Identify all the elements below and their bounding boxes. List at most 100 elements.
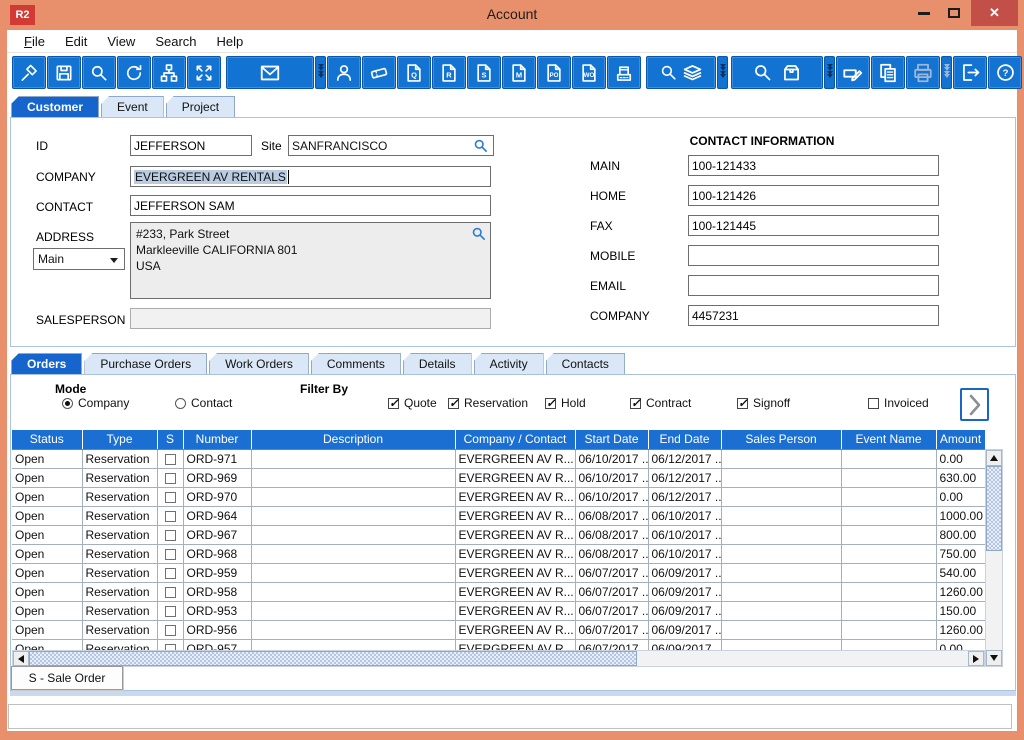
sale-doc-button[interactable]: S	[467, 56, 501, 89]
main-phone-input[interactable]	[688, 155, 939, 176]
col-description[interactable]: Description	[251, 430, 456, 450]
rename-button[interactable]	[836, 56, 870, 89]
table-row[interactable]: Open Reservation ORD-956 EVERGREEN AV R... 0…	[12, 620, 986, 640]
col-sales-person[interactable]: Sales Person	[721, 430, 842, 450]
table-row[interactable]: Open Reservation ORD-968 EVERGREEN AV R... 0…	[12, 544, 986, 564]
row-checkbox[interactable]	[164, 454, 176, 466]
email-input[interactable]	[688, 275, 939, 296]
row-checkbox[interactable]	[164, 568, 176, 580]
col-s[interactable]: S	[157, 430, 184, 450]
row-checkbox[interactable]	[164, 511, 176, 523]
hierarchy-button[interactable]	[152, 56, 186, 89]
mode-radio-company[interactable]: Company	[62, 396, 129, 410]
menu-search[interactable]: Search	[146, 32, 207, 51]
mail-more-chevron[interactable]	[315, 56, 326, 89]
table-row[interactable]: Open Reservation ORD-970 EVERGREEN AV R... 0…	[12, 487, 986, 507]
address-box[interactable]: #233, Park Street Markleeville CALIFORNI…	[130, 222, 491, 299]
filter-checkbox-reservation[interactable]: Reservation	[448, 396, 528, 410]
address-type-dropdown[interactable]: Main	[33, 248, 125, 270]
table-row[interactable]: Open Reservation ORD-971 EVERGREEN AV R... 0…	[12, 449, 986, 469]
col-event-name[interactable]: Event Name	[841, 430, 937, 450]
search-stock-button[interactable]	[646, 56, 716, 89]
mode-radio-contact[interactable]: Contact	[175, 396, 232, 410]
work-order-doc-button[interactable]: WO	[572, 56, 606, 89]
ticket-button[interactable]	[362, 56, 396, 89]
scroll-right-button[interactable]	[968, 651, 984, 666]
company-input[interactable]: EVERGREEN AV RENTALS	[130, 166, 491, 187]
stock-more-chevron[interactable]	[717, 56, 728, 89]
col-amount[interactable]: Amount	[936, 430, 986, 450]
tab-project[interactable]: Project	[165, 96, 236, 118]
tab-activity[interactable]: Activity	[473, 353, 544, 375]
quote-doc-button[interactable]: Q	[397, 56, 431, 89]
id-input[interactable]	[130, 135, 252, 156]
col-company-contact[interactable]: Company / Contact	[455, 430, 576, 450]
row-checkbox[interactable]	[164, 606, 176, 618]
contact-input[interactable]	[130, 195, 491, 216]
scroll-down-button[interactable]	[986, 650, 1002, 666]
tab-work-orders[interactable]: Work Orders	[209, 353, 309, 375]
vertical-scroll-thumb[interactable]	[986, 466, 1002, 551]
col-type[interactable]: Type	[82, 430, 158, 450]
scroll-left-button[interactable]	[13, 651, 29, 666]
site-input[interactable]: SANFRANCISCO	[288, 135, 494, 156]
col-end-date[interactable]: End Date	[648, 430, 722, 450]
register-button[interactable]	[607, 56, 641, 89]
row-checkbox[interactable]	[164, 473, 176, 485]
filter-checkbox-quote[interactable]: Quote	[388, 396, 437, 410]
hammer-button[interactable]	[12, 56, 46, 89]
table-row[interactable]: Open Reservation ORD-959 EVERGREEN AV R... 0…	[12, 563, 986, 583]
minimize-button[interactable]	[910, 0, 938, 26]
col-start-date[interactable]: Start Date	[575, 430, 649, 450]
table-row[interactable]: Open Reservation ORD-967 EVERGREEN AV R... 0…	[12, 525, 986, 545]
expand-button[interactable]	[187, 56, 221, 89]
maintenance-doc-button[interactable]: M	[502, 56, 536, 89]
col-status[interactable]: Status	[12, 430, 83, 450]
filter-checkbox-invoiced[interactable]: Invoiced	[868, 396, 929, 410]
row-checkbox[interactable]	[164, 549, 176, 561]
help-button[interactable]: ?	[988, 56, 1022, 89]
row-checkbox[interactable]	[164, 492, 176, 504]
copy-button[interactable]	[871, 56, 905, 89]
maximize-button[interactable]	[940, 0, 968, 26]
save-button[interactable]	[47, 56, 81, 89]
filter-checkbox-signoff[interactable]: Signoff	[737, 396, 790, 410]
tab-event[interactable]: Event	[101, 96, 164, 118]
row-checkbox[interactable]	[164, 530, 176, 542]
purchase-order-doc-button[interactable]: PO	[537, 56, 571, 89]
home-phone-input[interactable]	[688, 185, 939, 206]
close-button[interactable]: ✕	[971, 0, 1018, 26]
reservation-doc-button[interactable]: R	[432, 56, 466, 89]
fax-input[interactable]	[688, 215, 939, 236]
filter-checkbox-hold[interactable]: Hold	[545, 396, 586, 410]
row-checkbox[interactable]	[164, 587, 176, 599]
table-horizontal-scrollbar[interactable]	[12, 650, 985, 667]
contact-button[interactable]	[327, 56, 361, 89]
site-search-icon[interactable]	[473, 138, 488, 153]
table-row[interactable]: Open Reservation ORD-957 EVERGREEN AV R... 0…	[12, 639, 986, 651]
table-row[interactable]: Open Reservation ORD-958 EVERGREEN AV R... 0…	[12, 582, 986, 602]
search-item-button[interactable]	[731, 56, 823, 89]
item-more-chevron[interactable]	[824, 56, 835, 89]
row-checkbox[interactable]	[164, 625, 176, 637]
menu-view[interactable]: View	[98, 32, 146, 51]
tab-contacts[interactable]: Contacts	[545, 353, 625, 375]
scroll-up-button[interactable]	[986, 450, 1002, 466]
table-row[interactable]: Open Reservation ORD-969 EVERGREEN AV R... 0…	[12, 468, 986, 488]
refresh-button[interactable]	[117, 56, 151, 89]
table-row[interactable]: Open Reservation ORD-953 EVERGREEN AV R... 0…	[12, 601, 986, 621]
company-phone-input[interactable]	[688, 305, 939, 326]
filter-checkbox-contract[interactable]: Contract	[630, 396, 691, 410]
mobile-input[interactable]	[688, 245, 939, 266]
menu-edit[interactable]: Edit	[56, 32, 98, 51]
menu-file[interactable]: File	[15, 32, 56, 51]
search-button[interactable]	[82, 56, 116, 89]
horizontal-scroll-thumb[interactable]	[29, 651, 637, 666]
tab-customer[interactable]: Customer	[11, 96, 100, 118]
next-page-button[interactable]	[960, 388, 989, 421]
menu-help[interactable]: Help	[208, 32, 255, 51]
table-vertical-scrollbar[interactable]	[985, 449, 1003, 667]
mail-button[interactable]	[226, 56, 314, 89]
tab-comments[interactable]: Comments	[310, 353, 401, 375]
tab-purchase-orders[interactable]: Purchase Orders	[84, 353, 208, 375]
